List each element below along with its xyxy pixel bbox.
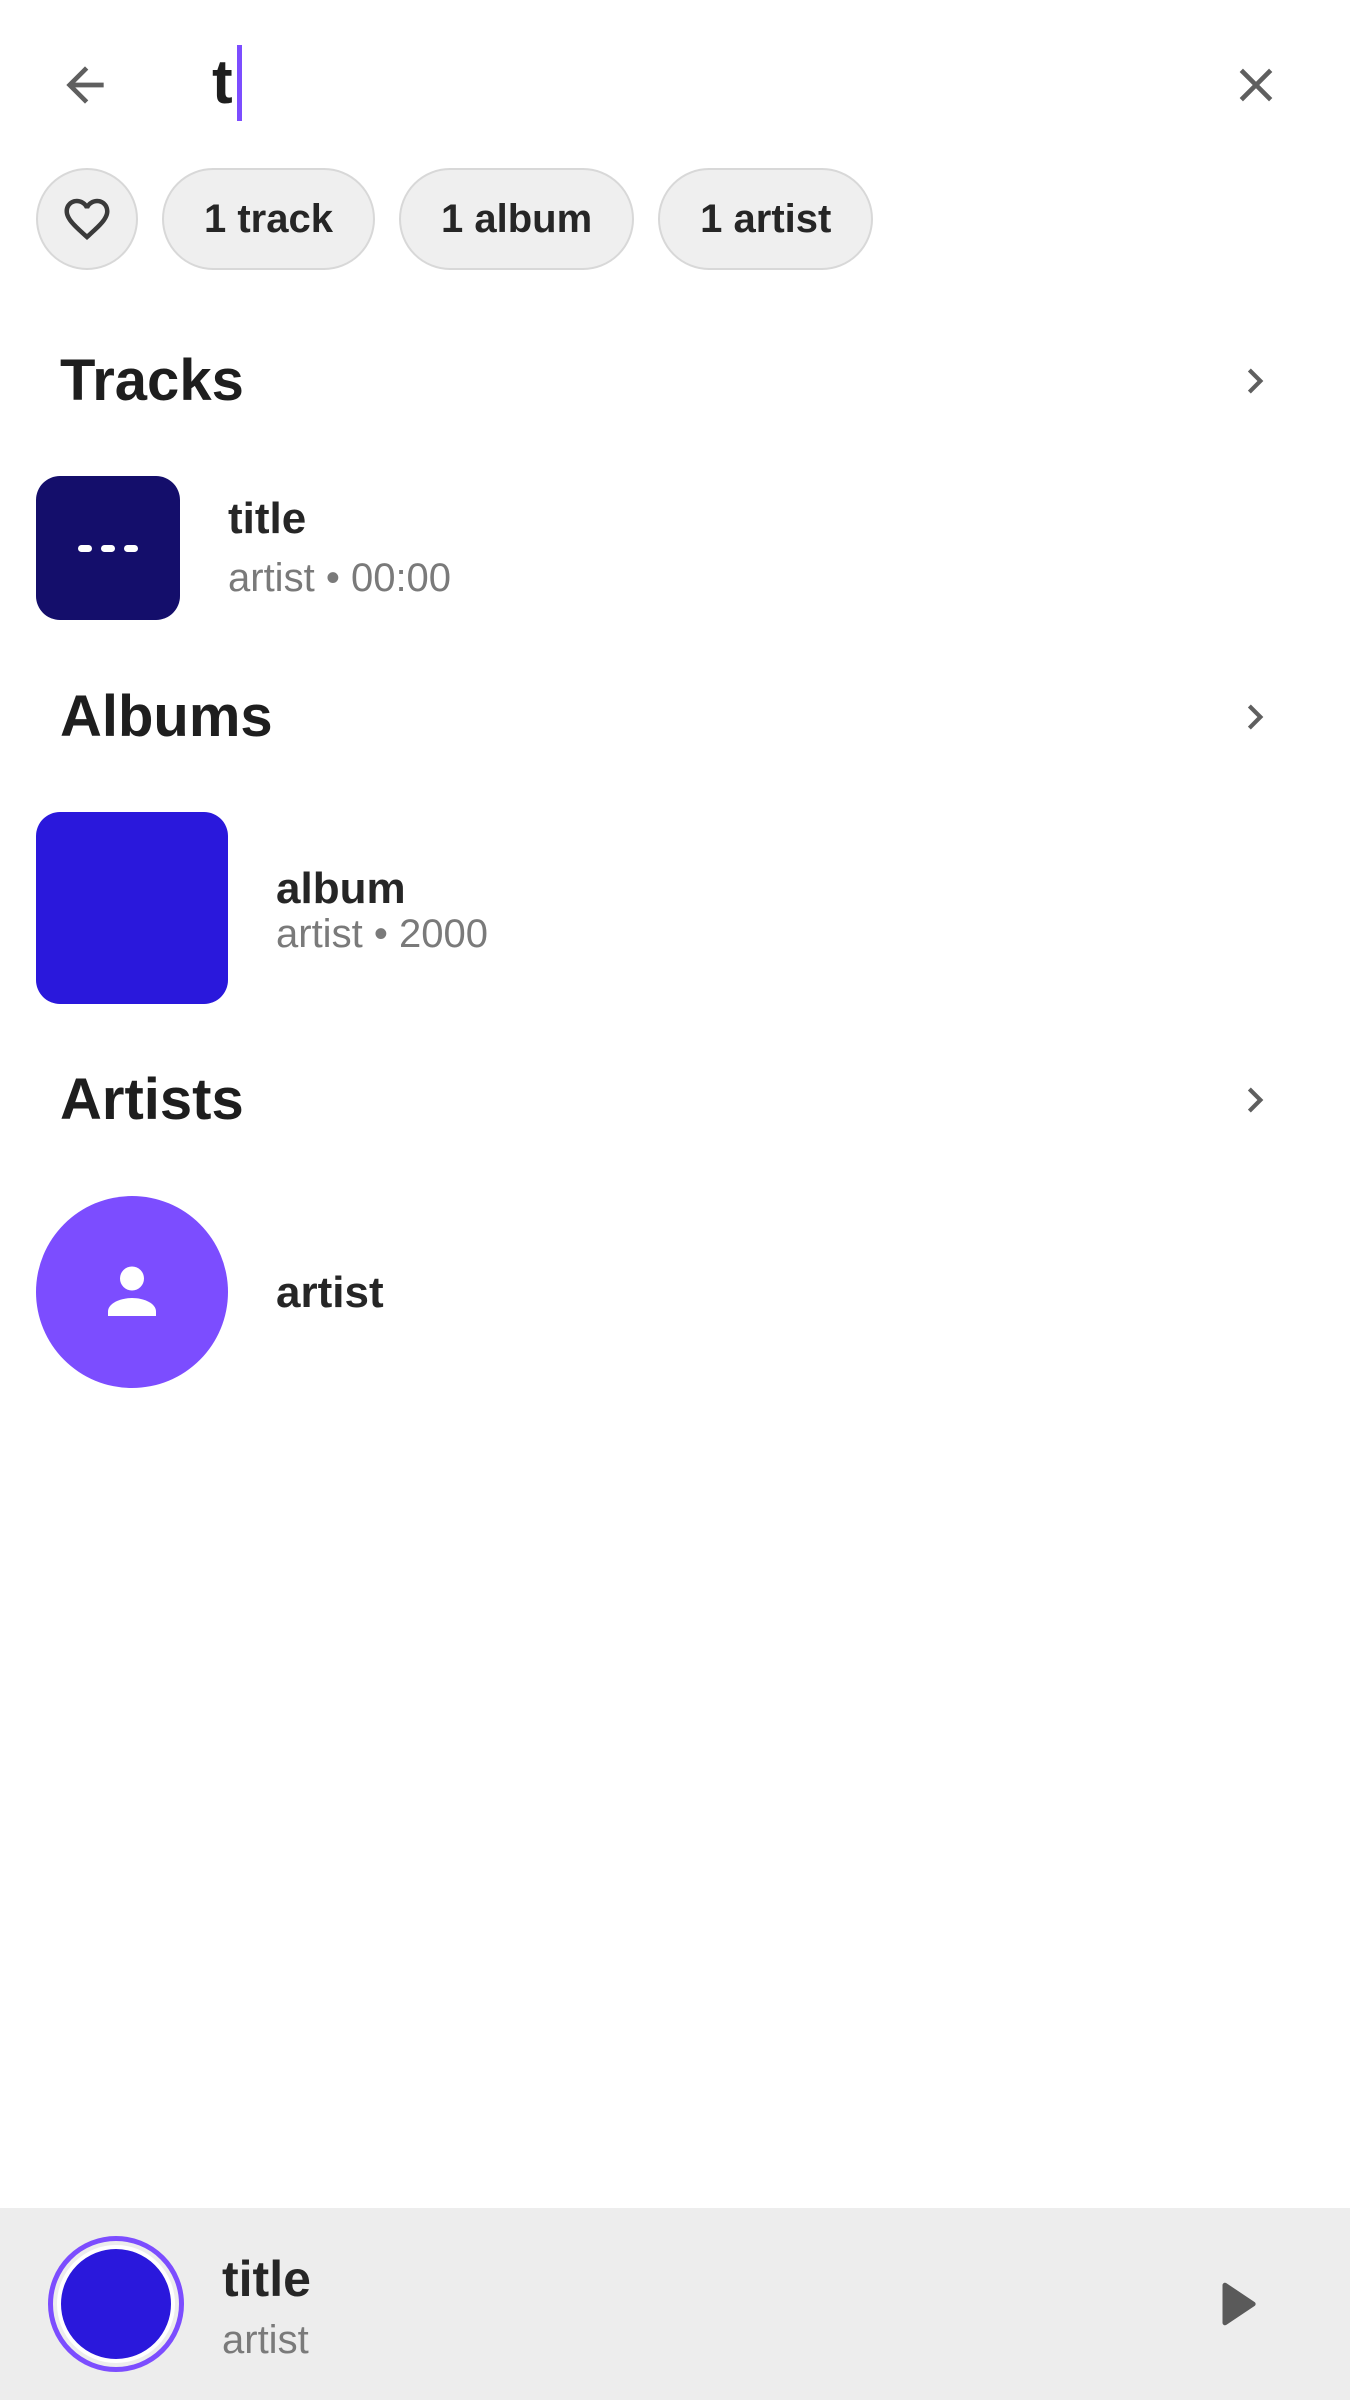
tracks-filter-chip[interactable]: 1 track <box>162 168 375 270</box>
search-input[interactable]: t <box>212 38 242 128</box>
separator-dot: • <box>373 912 388 956</box>
album-artwork <box>36 812 228 1004</box>
track-list-item[interactable]: title artist • 00:00 <box>0 476 1350 622</box>
person-icon <box>108 1266 156 1316</box>
tracks-section-header[interactable]: Tracks <box>0 336 1350 426</box>
albums-section-header[interactable]: Albums <box>0 672 1350 762</box>
player-artwork-disc <box>57 2245 175 2363</box>
track-title: title <box>228 494 307 543</box>
close-icon <box>1239 68 1273 102</box>
player-artwork <box>48 2236 184 2372</box>
albums-filter-chip[interactable]: 1 album <box>398 168 635 270</box>
artists-section-header[interactable]: Artists <box>0 1055 1350 1145</box>
artists-see-all-button[interactable] <box>1225 1070 1285 1130</box>
albums-see-all-button[interactable] <box>1225 687 1285 747</box>
play-button[interactable] <box>1195 2264 1275 2344</box>
album-list-item[interactable]: album artist • 2000 <box>0 812 1350 1006</box>
favorites-filter-chip[interactable] <box>36 168 138 270</box>
text-caret <box>236 45 242 121</box>
album-artist: artist <box>276 912 363 956</box>
play-icon <box>1222 2282 1256 2326</box>
track-subtitle: artist • 00:00 <box>228 556 451 601</box>
back-button[interactable] <box>45 45 125 125</box>
artist-name: artist <box>276 1268 384 1317</box>
chevron-right-icon <box>1247 704 1264 730</box>
heart-outline-icon <box>64 198 110 241</box>
section-title-artists: Artists <box>60 1067 244 1132</box>
arrow-left-icon <box>66 66 104 104</box>
album-title: album <box>276 864 406 913</box>
track-artwork <box>36 476 180 620</box>
album-year: 2000 <box>398 912 488 956</box>
filter-chips: 1 track 1 album 1 artist <box>36 168 874 270</box>
clear-search-button[interactable] <box>1216 45 1296 125</box>
artist-list-item[interactable]: artist <box>0 1196 1350 1390</box>
player-track-artist: artist <box>222 2318 309 2362</box>
tracks-see-all-button[interactable] <box>1225 351 1285 411</box>
track-duration: 00:00 <box>350 556 452 600</box>
separator-dot: • <box>325 556 340 600</box>
album-subtitle: artist • 2000 <box>276 912 488 957</box>
player-track-title: title <box>222 2251 311 2307</box>
track-artist: artist <box>228 556 315 600</box>
chevron-right-icon <box>1247 368 1264 394</box>
section-title-albums: Albums <box>60 684 273 749</box>
mini-player[interactable]: title artist <box>0 2208 1350 2400</box>
chevron-right-icon <box>1247 1087 1264 1113</box>
search-input-value[interactable]: t <box>212 52 233 114</box>
more-dots-icon <box>78 545 138 552</box>
artists-filter-chip[interactable]: 1 artist <box>658 168 874 270</box>
section-title-tracks: Tracks <box>60 348 244 413</box>
artist-avatar <box>36 1196 228 1388</box>
search-bar: t <box>0 0 1350 160</box>
